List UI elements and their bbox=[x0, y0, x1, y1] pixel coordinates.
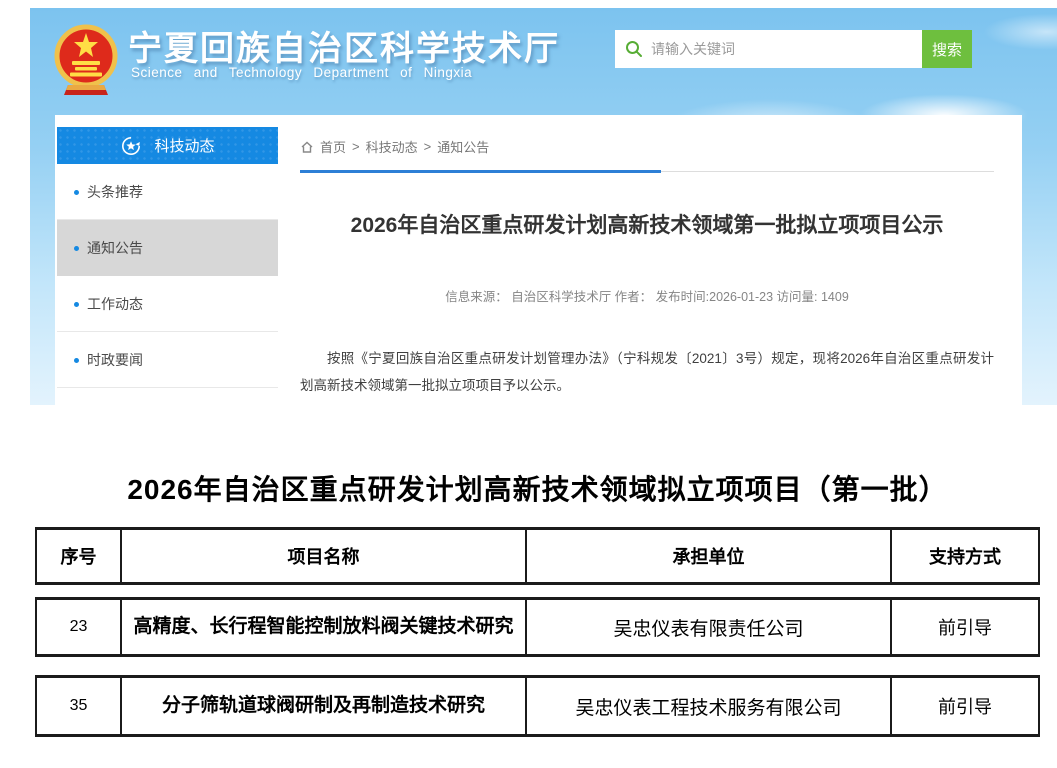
col-header-unit: 承担单位 bbox=[527, 530, 892, 582]
row-support: 前引导 bbox=[892, 678, 1038, 734]
search-bar: 搜索 bbox=[615, 30, 972, 68]
sidebar-item-label: 工作动态 bbox=[87, 294, 143, 314]
website-screenshot: 宁夏回族自治区科学技术厅 Science and Technology Depa… bbox=[30, 8, 1057, 405]
table-row: 35 分子筛轨道球阀研制及再制造技术研究 吴忠仪表工程技术服务有限公司 前引导 bbox=[35, 675, 1040, 737]
row-project: 分子筛轨道球阀研制及再制造技术研究 bbox=[122, 678, 527, 734]
site-title: 宁夏回族自治区科学技术厅 bbox=[128, 21, 560, 70]
sidebar-header-label: 科技动态 bbox=[154, 135, 214, 156]
breadcrumb-separator: > bbox=[424, 139, 432, 154]
sidebar-item-label: 时政要闻 bbox=[87, 350, 143, 370]
breadcrumb-home[interactable]: 首页 bbox=[320, 137, 346, 156]
sidebar-item-label: 通知公告 bbox=[87, 238, 143, 258]
bullet-dot-icon bbox=[74, 246, 79, 251]
search-box bbox=[615, 30, 922, 68]
sidebar-item-headlines[interactable]: 头条推荐 bbox=[57, 164, 278, 220]
bullet-dot-icon bbox=[74, 190, 79, 195]
breadcrumb-separator: > bbox=[352, 139, 360, 154]
col-header-support: 支持方式 bbox=[892, 530, 1038, 582]
sidebar-header: 科技动态 bbox=[57, 127, 278, 164]
content-card: 科技动态 头条推荐 通知公告 工作动态 时政要闻 bbox=[55, 115, 1022, 405]
bullet-dot-icon bbox=[74, 358, 79, 363]
search-button[interactable]: 搜索 bbox=[922, 30, 972, 68]
document-title: 2026年自治区重点研发计划高新技术领域拟立项项目（第一批） bbox=[35, 468, 1040, 508]
sidebar-item-label: 头条推荐 bbox=[87, 182, 143, 202]
sidebar-item-politics[interactable]: 时政要闻 bbox=[57, 332, 278, 388]
search-input[interactable] bbox=[651, 41, 912, 57]
page: 宁夏回族自治区科学技术厅 Science and Technology Depa… bbox=[0, 0, 1057, 768]
col-header-project: 项目名称 bbox=[122, 530, 527, 582]
row-project: 高精度、长行程智能控制放料阀关键技术研究 bbox=[122, 600, 527, 654]
article-area: 首页 > 科技动态 > 通知公告 2026年自治区重点研发计划高新技术领域第一批… bbox=[300, 115, 994, 399]
row-unit: 吴忠仪表工程技术服务有限公司 bbox=[527, 678, 892, 734]
document-table-section: 2026年自治区重点研发计划高新技术领域拟立项项目（第一批） 序号 项目名称 承… bbox=[35, 468, 1040, 737]
article-meta: 信息来源： 自治区科学技术厅 作者： 发布时间:2026-01-23 访问量: … bbox=[300, 286, 994, 305]
sidebar-item-notices[interactable]: 通知公告 bbox=[57, 220, 278, 276]
breadcrumb: 首页 > 科技动态 > 通知公告 bbox=[300, 115, 994, 156]
search-icon bbox=[625, 40, 643, 58]
article-title: 2026年自治区重点研发计划高新技术领域第一批拟立项项目公示 bbox=[300, 209, 994, 239]
row-seq: 35 bbox=[37, 678, 122, 734]
sidebar-item-work-news[interactable]: 工作动态 bbox=[57, 276, 278, 332]
row-seq: 23 bbox=[37, 600, 122, 654]
row-unit: 吴忠仪表有限责任公司 bbox=[527, 600, 892, 654]
bullet-dot-icon bbox=[74, 302, 79, 307]
table-header-row: 序号 项目名称 承担单位 支持方式 bbox=[35, 527, 1040, 585]
col-header-seq: 序号 bbox=[37, 530, 122, 582]
article-paragraph: 按照《宁夏回族自治区重点研发计划管理办法》（宁科规发〔2021〕3号）规定，现将… bbox=[300, 345, 994, 399]
sidebar: 科技动态 头条推荐 通知公告 工作动态 时政要闻 bbox=[57, 127, 278, 388]
star-refresh-icon bbox=[120, 135, 142, 157]
table-row: 23 高精度、长行程智能控制放料阀关键技术研究 吴忠仪表有限责任公司 前引导 bbox=[35, 597, 1040, 657]
row-support: 前引导 bbox=[892, 600, 1038, 654]
home-icon bbox=[300, 140, 314, 154]
breadcrumb-section[interactable]: 科技动态 bbox=[366, 137, 418, 156]
breadcrumb-current[interactable]: 通知公告 bbox=[437, 137, 489, 156]
breadcrumb-divider bbox=[300, 169, 994, 172]
site-header: 宁夏回族自治区科学技术厅 Science and Technology Depa… bbox=[30, 8, 1057, 115]
site-subtitle: Science and Technology Department of Nin… bbox=[131, 65, 472, 80]
national-emblem-logo bbox=[54, 19, 118, 101]
